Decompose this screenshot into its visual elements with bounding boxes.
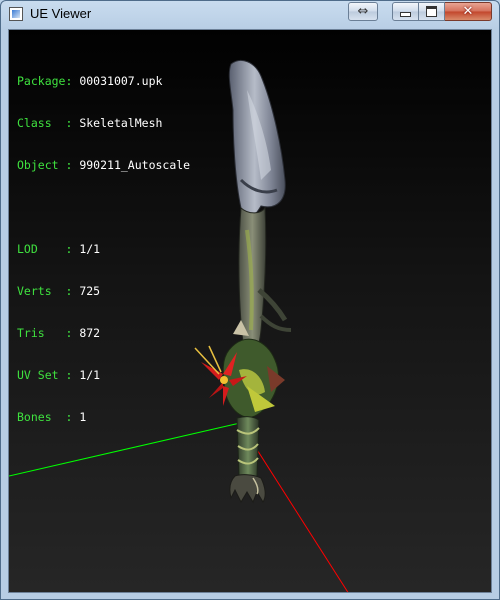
info-label: Tris : bbox=[17, 326, 73, 340]
info-value: 1/1 bbox=[79, 368, 101, 382]
close-icon: ✕ bbox=[462, 4, 474, 19]
minimize-button[interactable] bbox=[392, 2, 419, 21]
info-row-object: Object : 990211_Autoscale bbox=[17, 158, 190, 172]
info-row-lod: LOD : 1/1 bbox=[17, 242, 190, 256]
info-label: Class : bbox=[17, 116, 73, 130]
info-label: LOD : bbox=[17, 242, 73, 256]
resize-arrows-icon: ⇔ bbox=[357, 4, 369, 19]
info-value: 872 bbox=[79, 326, 101, 340]
info-value: 725 bbox=[79, 284, 101, 298]
info-label: Verts : bbox=[17, 284, 73, 298]
info-label: UV Set : bbox=[17, 368, 73, 382]
3d-viewport[interactable]: Package: 00031007.upk Class : SkeletalMe… bbox=[8, 29, 492, 593]
resize-button[interactable]: ⇔ bbox=[348, 2, 378, 21]
info-row-bones: Bones : 1 bbox=[17, 410, 190, 424]
info-row-package: Package: 00031007.upk bbox=[17, 74, 190, 88]
info-row-verts: Verts : 725 bbox=[17, 284, 190, 298]
info-label: Package: bbox=[17, 74, 73, 88]
app-window: UE Viewer ⇔ ✕ Package: 00031007.upk Clas… bbox=[0, 0, 500, 600]
title-bar[interactable]: UE Viewer ⇔ ✕ bbox=[1, 1, 499, 29]
minimize-icon bbox=[400, 12, 411, 17]
info-value: SkeletalMesh bbox=[79, 116, 163, 130]
close-button[interactable]: ✕ bbox=[445, 2, 492, 21]
info-value: 00031007.upk bbox=[79, 74, 163, 88]
info-value: 990211_Autoscale bbox=[79, 158, 191, 172]
weapon-mesh bbox=[194, 60, 292, 504]
info-label: Bones : bbox=[17, 410, 73, 424]
info-value: 1 bbox=[79, 410, 87, 424]
info-row-class: Class : SkeletalMesh bbox=[17, 116, 190, 130]
info-row-uvset: UV Set : 1/1 bbox=[17, 368, 190, 382]
info-label: Object : bbox=[17, 158, 73, 172]
app-icon[interactable] bbox=[9, 7, 23, 21]
info-row-tris: Tris : 872 bbox=[17, 326, 190, 340]
maximize-button[interactable] bbox=[419, 2, 445, 21]
maximize-icon bbox=[426, 6, 437, 17]
info-value: 1/1 bbox=[79, 242, 101, 256]
mesh-info-panel: Package: 00031007.upk Class : SkeletalMe… bbox=[17, 46, 190, 452]
window-title: UE Viewer bbox=[30, 6, 92, 21]
